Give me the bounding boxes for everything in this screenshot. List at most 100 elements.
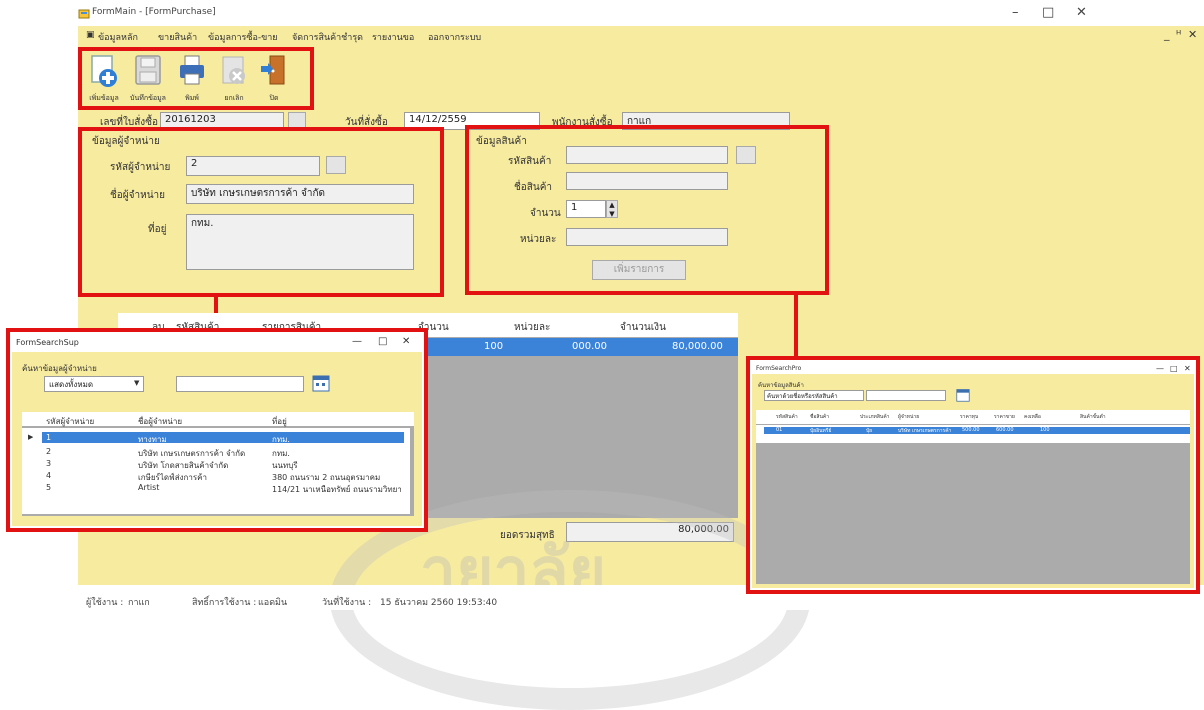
chevron-down-icon: ▼ — [134, 379, 140, 387]
menu-item-trade-data[interactable]: ข้อมูลการซื้อ-ขาย — [208, 30, 278, 44]
supplier-search-input[interactable] — [176, 376, 304, 392]
product-col-type: ประเภทสินค้า — [860, 414, 890, 420]
minimize-button[interactable]: – — [1012, 5, 1019, 20]
product-col-min: สินค้าขั้นต่ำ — [1080, 414, 1106, 420]
cancel-button-label: ยกเลิก — [224, 94, 244, 102]
product-col-stock: คงเหลือ — [1024, 414, 1041, 420]
supplier-name-field[interactable]: บริษัท เกษรเกษตรการค้า จำกัด — [186, 184, 414, 204]
add-button[interactable]: เพิ่มข้อมูล — [84, 52, 124, 104]
supplier-row-selected[interactable] — [42, 432, 404, 443]
product-search-maximize[interactable]: □ — [1170, 364, 1178, 373]
product-row-type: ปุ๋ย — [866, 428, 873, 434]
product-col-cost: ราคาทุน — [960, 414, 979, 420]
save-button[interactable]: บันทึกข้อมูล — [128, 52, 168, 104]
product-col-price: ราคาขาย — [994, 414, 1015, 420]
supplier-col-name: ชื่อผู้จำหน่าย — [138, 417, 183, 426]
product-lookup-button[interactable] — [736, 146, 756, 164]
product-section-title: ข้อมูลสินค้า — [476, 136, 527, 147]
exit-button-label: ปิด — [269, 94, 279, 102]
status-role-label: สิทธิ์การใช้งาน : — [192, 598, 257, 608]
supplier-row-5-name[interactable]: Artist — [138, 483, 266, 492]
supplier-section-highlight — [78, 127, 444, 297]
add-button-label: เพิ่มข้อมูล — [89, 94, 119, 102]
product-col-name: ชื่อสินค้า — [810, 414, 830, 420]
supplier-col-address: ที่อยู่ — [272, 417, 287, 426]
supplier-row-4-code[interactable]: 4 — [46, 471, 51, 480]
supplier-search-label: ค้นหาข้อมูลผู้จำหน่าย — [22, 364, 97, 373]
status-user-value: กาแก — [128, 598, 150, 608]
product-calendar-search-icon[interactable] — [956, 388, 970, 402]
app-icon — [78, 9, 90, 19]
grid-col-unit: หน่วยละ — [514, 322, 551, 333]
product-name-field[interactable] — [566, 172, 728, 190]
print-button[interactable]: พิมพ์ — [172, 52, 212, 104]
supplier-row-3-code[interactable]: 3 — [46, 459, 51, 468]
product-code-field[interactable] — [566, 146, 728, 164]
supplier-row-5-address[interactable]: 114/21 นาเหนือทรัพย์ ถนนรามวิทยา ถ. — [272, 483, 402, 496]
unit-label: หน่วยละ — [520, 234, 557, 245]
menu-item-master-data[interactable]: ข้อมูลหลัก — [98, 30, 138, 44]
supplier-search-close[interactable]: ✕ — [402, 336, 410, 347]
print-button-label: พิมพ์ — [185, 94, 199, 102]
product-row-code: 01 — [776, 427, 783, 433]
supplier-col-code: รหัสผู้จำหน่าย — [46, 417, 95, 426]
menu-item-logout[interactable]: ออกจากระบบ — [428, 30, 481, 44]
supplier-address-field[interactable]: กทม. — [186, 214, 414, 270]
product-search-label: ค้นหาข้อมูลสินค้า — [758, 382, 804, 389]
supplier-row-5-code[interactable]: 5 — [46, 483, 51, 492]
grid-row-qty: 100 — [484, 341, 504, 352]
supplier-row-1-code: 1 — [46, 433, 52, 442]
supplier-search-title: FormSearchSup — [16, 338, 79, 347]
supplier-code-field[interactable]: 2 — [186, 156, 320, 176]
grid-row-amount: 80,000.00 — [672, 341, 723, 352]
menu-mdi-icon: ▣ — [86, 30, 95, 40]
mdi-minimize[interactable]: _ — [1164, 28, 1170, 41]
printer-icon — [180, 55, 204, 85]
product-search-filter[interactable]: ค้นหาด้วยชื่อหรือรหัสสินค้า — [764, 390, 864, 401]
product-col-supplier: ผู้จำหน่าย — [898, 414, 920, 420]
product-search-minimize[interactable]: — — [1156, 364, 1164, 373]
menu-item-sell[interactable]: ขายสินค้า — [158, 30, 197, 44]
grid-col-amount: จำนวนเงิน — [620, 322, 666, 333]
supplier-search-maximize[interactable]: □ — [378, 336, 387, 347]
status-date-value: 15 ธันวาคม 2560 19:53:40 — [380, 598, 498, 608]
supplier-section-title: ข้อมูลผู้จำหน่าย — [92, 136, 160, 147]
supplier-search-minimize[interactable]: — — [352, 336, 362, 347]
exit-button[interactable]: ปิด — [254, 52, 294, 104]
menu-item-reports[interactable]: รายงานขอ — [372, 30, 414, 44]
save-button-label: บันทึกข้อมูล — [130, 94, 166, 102]
cancel-icon — [222, 56, 245, 84]
connector-product — [794, 295, 798, 359]
quantity-stepper[interactable]: 1 — [566, 200, 606, 218]
exit-door-icon — [261, 55, 285, 85]
maximize-button[interactable]: □ — [1042, 5, 1054, 20]
add-item-button[interactable]: เพิ่มรายการ — [592, 260, 686, 280]
quantity-spin-arrows[interactable]: ▲ ▼ — [606, 200, 618, 218]
mdi-close[interactable]: ✕ — [1188, 28, 1197, 41]
product-row-stock: 100 — [1040, 427, 1050, 433]
calendar-search-icon[interactable] — [312, 374, 330, 392]
status-role-value: แอดมิน — [258, 598, 288, 608]
grid-row-unit: 000.00 — [572, 341, 607, 352]
quantity-label: จำนวน — [530, 208, 561, 219]
product-col-code: รหัสสินค้า — [776, 414, 798, 420]
product-search-close[interactable]: ✕ — [1184, 364, 1191, 373]
add-document-icon — [91, 55, 117, 87]
supplier-search-filter[interactable]: แสดงทั้งหมด — [44, 376, 144, 392]
supplier-row-2-code[interactable]: 2 — [46, 447, 51, 456]
supplier-code-label: รหัสผู้จำหน่าย — [110, 162, 171, 173]
product-row-supplier: บริษัท เกษรเกษตรการค้า — [898, 428, 952, 434]
product-search-input[interactable] — [866, 390, 946, 401]
supplier-row-1-name: ทางทาม — [138, 435, 167, 444]
save-icon — [135, 55, 161, 85]
supplier-address-label: ที่อยู่ — [148, 224, 167, 235]
cancel-button[interactable]: ยกเลิก — [214, 52, 254, 104]
mdi-restore[interactable]: ᴴ — [1176, 28, 1181, 41]
product-row-cost: 500.00 — [962, 427, 980, 433]
unit-field[interactable] — [566, 228, 728, 246]
product-row-name: ปุ๋ยอินทรีย์ — [810, 428, 832, 434]
window-title: FormMain - [FormPurchase] — [92, 7, 216, 17]
close-button[interactable]: ✕ — [1076, 5, 1087, 20]
supplier-lookup-button[interactable] — [326, 156, 346, 174]
menu-item-damaged-goods[interactable]: จัดการสินค้าชำรุด — [292, 30, 363, 44]
